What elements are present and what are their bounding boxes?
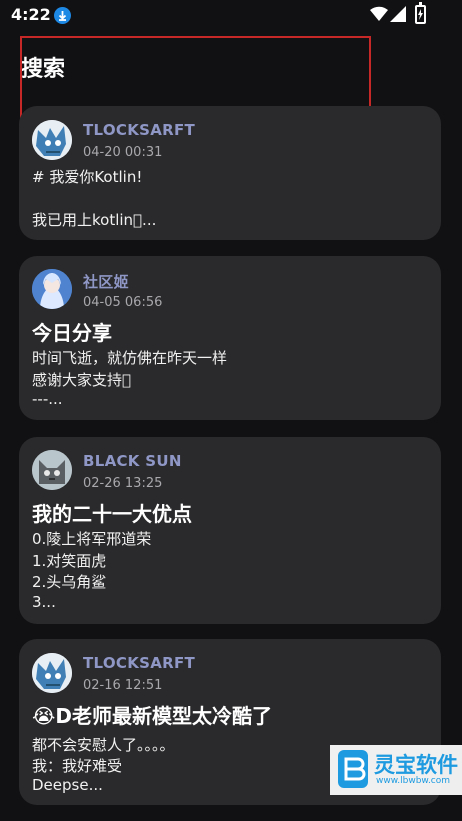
- status-bar: 4:22: [0, 0, 462, 30]
- post-date: 02-26 13:25: [83, 476, 163, 491]
- post-excerpt-line: 1.对笑面虎: [32, 552, 107, 570]
- post-card[interactable]: TLOCKSARFT 04-20 00:31 # 我爱你Kotlin! 我已用上…: [19, 106, 441, 240]
- post-excerpt-line: 我已用上kotlin􀀀...: [32, 211, 157, 229]
- post-excerpt-line: ---...: [32, 390, 63, 408]
- post-date: 02-16 12:51: [83, 678, 163, 693]
- post-excerpt-line: 时间飞逝，就仿佛在昨天一样: [32, 349, 228, 367]
- post-excerpt-line: 2.头乌角鲨: [32, 573, 107, 591]
- watermark-logo-icon: [338, 750, 368, 788]
- download-notification-icon: [54, 7, 71, 24]
- avatar: [32, 450, 72, 490]
- post-card[interactable]: BLACK SUN 02-26 13:25 我的二十一大优点 0.陵上将军邢道荣…: [19, 437, 441, 624]
- post-excerpt-line: 感谢大家支持􀀀: [32, 371, 132, 389]
- author-name[interactable]: TLOCKSARFT: [83, 654, 195, 672]
- post-excerpt-line: 0.陵上将军邢道荣: [32, 530, 152, 548]
- app-header: [0, 30, 462, 100]
- author-name[interactable]: TLOCKSARFT: [83, 121, 195, 139]
- post-excerpt-line: 我：我好难受: [32, 757, 123, 775]
- author-name[interactable]: BLACK SUN: [83, 452, 182, 470]
- post-title: 我的二十一大优点: [32, 502, 192, 526]
- post-excerpt-line: 都不会安慰人了。。。。: [32, 736, 175, 754]
- post-title: 今日分享: [32, 321, 112, 345]
- post-excerpt-line: # 我爱你Kotlin!: [32, 168, 143, 186]
- author-name[interactable]: 社区姬: [83, 271, 129, 292]
- watermark-name: 灵宝软件: [374, 753, 458, 777]
- watermark: 灵宝软件 www.lbwbw.com: [330, 745, 462, 795]
- page-title: 搜索: [21, 57, 66, 82]
- post-title: 😭D老师最新模型太冷酷了: [32, 704, 272, 728]
- post-date: 04-05 06:56: [83, 295, 163, 310]
- status-time: 4:22: [11, 5, 51, 24]
- avatar: [32, 120, 72, 160]
- avatar: [32, 269, 72, 309]
- signal-icon: [390, 6, 406, 22]
- battery-icon: [415, 2, 426, 24]
- post-date: 04-20 00:31: [83, 145, 163, 160]
- post-excerpt-line: Deepse...: [32, 776, 103, 794]
- watermark-url: www.lbwbw.com: [376, 776, 451, 786]
- wifi-icon: [370, 6, 388, 22]
- post-card[interactable]: 社区姬 04-05 06:56 今日分享 时间飞逝，就仿佛在昨天一样 感谢大家支…: [19, 256, 441, 420]
- avatar: [32, 653, 72, 693]
- post-excerpt-line: 3...: [32, 593, 56, 611]
